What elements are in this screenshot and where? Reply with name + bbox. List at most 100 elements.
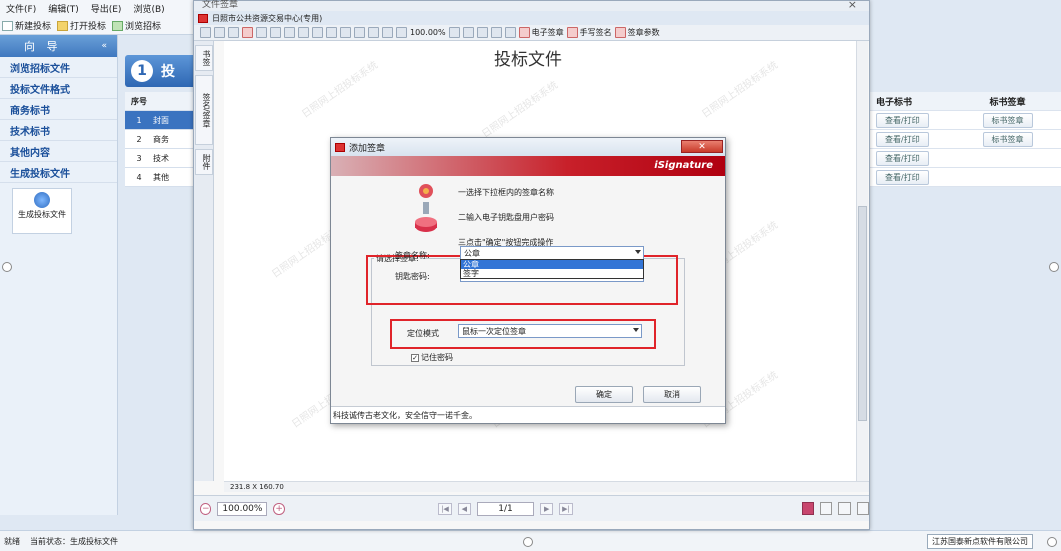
view-print-button[interactable]: 查看/打印	[876, 112, 929, 128]
facing-icon[interactable]	[838, 502, 851, 515]
hand-tool-icon[interactable]	[312, 27, 323, 38]
seal-params-button[interactable]: 签章参数	[614, 27, 660, 38]
navigation-bar: − 100.00% + |◀ ◀ 1/1 ▶ ▶|	[194, 495, 870, 521]
menu-edit[interactable]: 编辑(T)	[48, 2, 79, 15]
collapse-icon[interactable]: «	[101, 41, 107, 51]
open-icon[interactable]	[200, 27, 211, 38]
table-row: 查看/打印	[866, 168, 1061, 187]
vertical-scrollbar[interactable]	[856, 41, 868, 481]
pen-icon	[566, 27, 578, 38]
generate-bid-tile[interactable]: 生成投标文件	[12, 188, 72, 234]
print-icon[interactable]	[256, 27, 267, 38]
play-icon[interactable]	[326, 27, 337, 38]
option-signature[interactable]: 签字	[461, 269, 643, 278]
scroll-thumb[interactable]	[858, 206, 867, 421]
fit-page-icon[interactable]	[354, 27, 365, 38]
zoom-out-icon[interactable]	[396, 27, 407, 38]
watermark: 日照网上招投标系统	[300, 59, 381, 121]
status-state: 当前状态：生成投标文件	[30, 536, 118, 546]
tab-bookmarks[interactable]: 书签	[195, 45, 213, 71]
view-print-button[interactable]: 查看/打印	[876, 131, 929, 147]
position-mode-select[interactable]: 鼠标一次定位签章	[458, 324, 642, 338]
find-icon[interactable]	[284, 27, 295, 38]
step-number: 1	[131, 60, 153, 82]
globe-icon	[34, 192, 50, 208]
first-page-button[interactable]: |◀	[438, 502, 452, 515]
single-page-icon[interactable]	[801, 502, 814, 515]
last-page-button[interactable]: ▶|	[559, 502, 573, 515]
table-row[interactable]: 1 封面	[125, 111, 200, 130]
table-row[interactable]: 2 商务	[125, 130, 200, 149]
save-icon[interactable]	[214, 27, 225, 38]
sidebar-item-other[interactable]: 其他内容	[0, 141, 117, 162]
sidebar-item-technical[interactable]: 技术标书	[0, 120, 117, 141]
close-icon[interactable]: ×	[848, 0, 857, 11]
menu-export[interactable]: 导出(E)	[91, 2, 122, 15]
sidebar-item-business[interactable]: 商务标书	[0, 99, 117, 120]
page-icon[interactable]	[270, 27, 281, 38]
resize-handle-bottom[interactable]	[523, 537, 533, 547]
table-row[interactable]: 3 技术	[125, 149, 200, 168]
copy-icon[interactable]	[228, 27, 239, 38]
sidebar-item-bid-format[interactable]: 投标文件格式	[0, 78, 117, 99]
seal-name-select[interactable]: 公章	[460, 246, 644, 260]
continuous-icon[interactable]	[819, 502, 833, 515]
document-title: 投标文件	[494, 50, 562, 70]
company-label: 江苏国泰新点软件有限公司	[927, 534, 1033, 549]
sidebar-item-browse-tender[interactable]: 浏览招标文件	[0, 57, 117, 78]
watermark: 日照网上招投标系统	[700, 59, 781, 121]
resize-handle-left[interactable]	[2, 262, 12, 272]
dialog-titlebar: 添加签章 ✕	[331, 138, 725, 156]
remember-password-checkbox[interactable]: ✓ 记住密码	[411, 352, 453, 363]
viewer-subtitle-bar: 日照市公共资源交易中心(专用)	[194, 11, 869, 25]
tab-attachments[interactable]: 附件	[195, 149, 213, 175]
open-bid-button[interactable]: 打开投标	[57, 19, 106, 32]
resize-handle-corner[interactable]	[1047, 537, 1057, 547]
signing-table: 电子标书 标书签章 查看/打印 标书签章 查看/打印 标书签章 查看/打印 查看/打印	[866, 92, 1061, 187]
cancel-button[interactable]: 取消	[643, 386, 701, 403]
grid-icon[interactable]	[856, 502, 870, 515]
horizontal-scrollbar[interactable]: 231.8 X 160.70	[224, 481, 869, 492]
zoom-in-icon[interactable]	[448, 27, 460, 38]
menu-file[interactable]: 文件(F)	[6, 2, 36, 15]
rotate-right-icon[interactable]	[476, 27, 488, 38]
position-mode-label: 定位模式	[407, 329, 439, 338]
fit-width-icon[interactable]	[368, 27, 379, 38]
zoom-in-button[interactable]: +	[273, 502, 285, 515]
view-print-button[interactable]: 查看/打印	[876, 169, 929, 185]
page-field[interactable]: 1/1	[476, 501, 535, 516]
zoom-field[interactable]: 100.00%	[217, 501, 268, 516]
dialog-close-button[interactable]: ✕	[681, 140, 723, 153]
browse-tender-button[interactable]: 浏览招标	[112, 19, 161, 32]
new-bid-button[interactable]: 新建投标	[2, 19, 51, 32]
chevron-down-icon	[635, 250, 641, 254]
zoom-out-button[interactable]: −	[200, 502, 212, 515]
next-page-button[interactable]: ▶	[540, 502, 554, 515]
fit-actual-icon[interactable]	[382, 27, 393, 38]
search-icon[interactable]	[490, 27, 502, 38]
resize-handle-right[interactable]	[1049, 262, 1059, 272]
table-row: 查看/打印 标书签章	[866, 111, 1061, 130]
menu-browse[interactable]: 浏览(B)	[133, 2, 164, 15]
verify-icon[interactable]	[504, 27, 516, 38]
sign-bid-button[interactable]: 标书签章	[982, 131, 1033, 147]
handwrite-sign-button[interactable]: 手写签名	[566, 27, 612, 38]
toolbar-zoom[interactable]: 100.00%	[410, 28, 446, 37]
option-official-seal[interactable]: 公章	[461, 260, 643, 269]
rotate-left-icon[interactable]	[462, 27, 474, 38]
add-seal-dialog: 添加签章 ✕ iSignature 一选择下拉框内的签章名称 二输入电子钥匙盘用…	[330, 137, 726, 424]
status-ready: 就绪	[4, 536, 20, 546]
view-print-button[interactable]: 查看/打印	[876, 150, 929, 166]
sidebar-item-generate[interactable]: 生成投标文件	[0, 162, 117, 183]
sign-bid-button[interactable]: 标书签章	[982, 112, 1033, 128]
settings-icon	[614, 27, 626, 38]
browse-icon	[112, 20, 124, 31]
prev-page-button[interactable]: ◀	[457, 502, 471, 515]
tab-signatures[interactable]: 签名/签章	[195, 75, 213, 145]
e-seal-button[interactable]: 电子签章	[518, 27, 564, 38]
image-icon[interactable]	[340, 27, 351, 38]
annotate-icon[interactable]	[298, 27, 309, 38]
delete-icon[interactable]	[242, 27, 253, 38]
table-row[interactable]: 4 其他	[125, 168, 200, 187]
ok-button[interactable]: 确定	[575, 386, 633, 403]
